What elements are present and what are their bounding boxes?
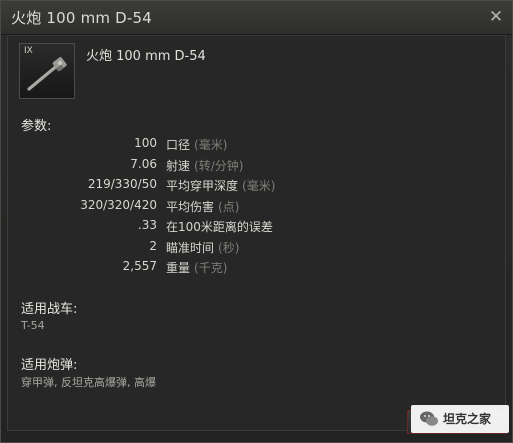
watermark-text: 坦克之家 <box>443 412 492 426</box>
param-row: 219/330/50 平均穿甲深度 (毫米) <box>8 177 507 195</box>
param-label-text: 射速 <box>166 158 191 173</box>
param-row: 2 瞄准时间 (秒) <box>8 239 507 257</box>
module-icon-frame: IX <box>19 43 75 99</box>
param-label: 瞄准时间 (秒) <box>166 239 239 256</box>
tier-label: IX <box>24 46 33 56</box>
vehicles-list: T-54 <box>21 319 45 332</box>
gun-icon <box>27 57 67 91</box>
params-section-title: 参数: <box>21 119 52 134</box>
param-label-text: 瞄准时间 <box>166 240 215 255</box>
param-value: 100 <box>134 136 157 150</box>
param-row: 2,557 重量 (千克) <box>8 259 507 277</box>
param-unit: (秒) <box>218 240 240 255</box>
param-label-text: 重量 <box>166 261 191 275</box>
param-unit: (毫米) <box>194 138 228 152</box>
param-label: 在100米距离的误差 <box>166 218 273 235</box>
param-row: 100 口径 (毫米) <box>8 136 507 154</box>
title-bar[interactable]: 火炮 100 mm D-54 ✕ <box>1 1 512 35</box>
param-label-text: 平均伤害 <box>166 199 215 214</box>
ammo-section-title: 适用炮弹: <box>21 358 78 373</box>
param-label-text: 口径 <box>166 138 191 152</box>
ammo-list: 穿甲弹, 反坦克高爆弹, 高爆 <box>21 376 156 389</box>
param-value: .33 <box>137 218 157 232</box>
param-unit: (毫米) <box>242 179 276 193</box>
close-icon[interactable]: ✕ <box>486 7 506 27</box>
param-row: 320/320/420 平均伤害 (点) <box>8 198 507 216</box>
param-label: 平均穿甲深度 (毫米) <box>166 177 275 194</box>
param-label: 口径 (毫米) <box>166 136 227 153</box>
param-label-text: 在100米距离的误差 <box>166 220 273 234</box>
window-title: 火炮 100 mm D-54 <box>11 9 153 27</box>
watermark: 坦克之家 <box>411 405 509 433</box>
vehicles-section-title: 适用战车: <box>21 302 78 317</box>
wechat-icon <box>420 411 438 426</box>
param-row: 7.06 射速 (转/分钟) <box>8 157 507 175</box>
param-value: 7.06 <box>130 156 157 171</box>
param-label: 重量 (千克) <box>166 259 227 276</box>
param-value: 320/320/420 <box>80 197 157 212</box>
param-value: 2,557 <box>122 259 157 273</box>
param-label: 平均伤害 (点) <box>166 198 239 215</box>
param-unit: (转/分钟) <box>194 158 244 173</box>
param-unit: (点) <box>218 199 240 214</box>
content-panel: IX 火炮 100 mm D-54 参数: 100 口径 (毫米) 7.06 射速 (转/… <box>7 35 507 434</box>
param-value: 219/330/50 <box>87 177 157 191</box>
param-unit: (千克) <box>194 261 228 275</box>
param-label-text: 平均穿甲深度 <box>166 179 239 193</box>
param-value: 2 <box>149 238 157 253</box>
module-info-window: 火炮 100 mm D-54 ✕ IX 火炮 100 mm D-54 参数: 1… <box>0 0 513 443</box>
param-row: .33 在100米距离的误差 <box>8 218 507 236</box>
param-label: 射速 (转/分钟) <box>166 157 243 174</box>
module-name: 火炮 100 mm D-54 <box>86 49 206 64</box>
